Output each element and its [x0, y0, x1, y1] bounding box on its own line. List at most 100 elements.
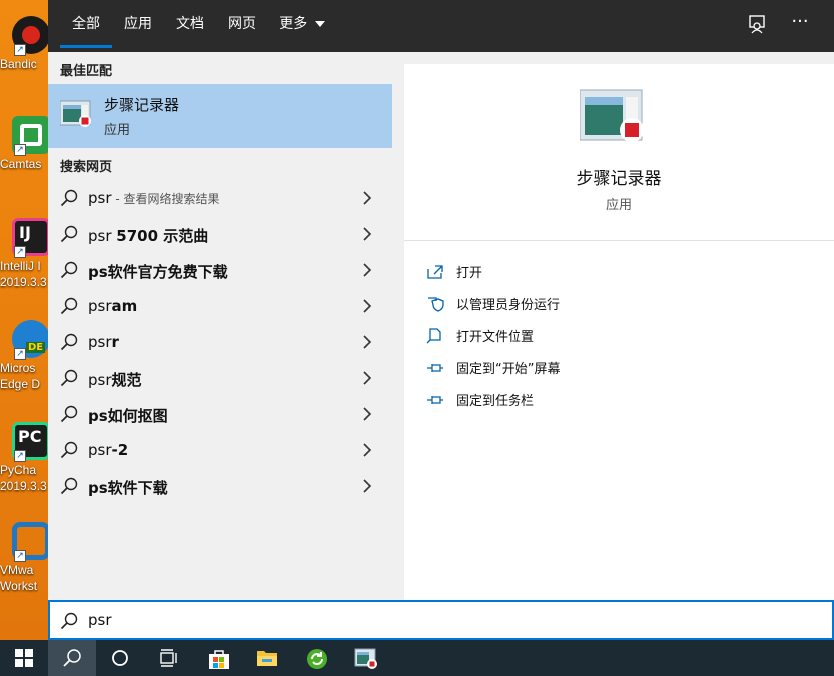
cortana-icon [112, 650, 128, 666]
app-title: 步骤记录器 [576, 169, 662, 189]
tab-apps[interactable]: 应用 [118, 0, 158, 48]
file-explorer-icon [257, 651, 277, 666]
search-icon [60, 333, 78, 351]
search-icon [63, 649, 81, 667]
search-input[interactable]: psr [88, 611, 112, 629]
search-box[interactable]: psr [48, 600, 834, 640]
shortcut-arrow-icon: ↗ [14, 144, 26, 156]
action-label: 打开文件位置 [456, 330, 535, 345]
tab-documents[interactable]: 文档 [170, 0, 210, 48]
action-label: 固定到“开始”屏幕 [456, 362, 561, 377]
suggestion-prefix: psr [88, 371, 112, 389]
desktop-icon-edge[interactable]: DE ↗ Micros Edge D [0, 308, 48, 408]
suggestion-hint: - 查看网络搜索结果 [111, 192, 220, 206]
desktop-icon-label: Micros Edge D [0, 361, 41, 391]
web-suggestion-row[interactable]: psram [48, 288, 392, 324]
shield-icon [428, 297, 444, 312]
web-suggestion-text: psr 5700 示范曲 [88, 225, 208, 246]
tab-web[interactable]: 网页 [222, 0, 262, 48]
chevron-right-icon[interactable] [360, 299, 374, 313]
file-explorer-button[interactable] [242, 640, 290, 676]
action-run-as-admin[interactable]: 以管理员身份运行 [426, 292, 806, 320]
search-icon [60, 441, 78, 459]
chevron-right-icon[interactable] [360, 371, 374, 385]
action-pin-to-start[interactable]: 固定到“开始”屏幕 [426, 356, 806, 384]
web-suggestion-row[interactable]: ps软件下载 [48, 468, 392, 504]
shortcut-arrow-icon: ↗ [14, 44, 26, 56]
tab-more[interactable]: 更多 [274, 0, 330, 48]
chevron-right-icon[interactable] [360, 443, 374, 457]
web-suggestion-row[interactable]: psr规范 [48, 360, 392, 396]
chevron-right-icon[interactable] [360, 227, 374, 241]
desktop-icon-intellij[interactable]: IJ ↗ IntelliJ I 2019.3.3 [0, 206, 48, 306]
chevron-right-icon[interactable] [360, 191, 374, 205]
start-button[interactable] [0, 640, 48, 676]
best-match-item[interactable]: 步骤记录器 应用 [48, 84, 392, 148]
store-button[interactable] [194, 640, 242, 676]
cortana-button[interactable] [96, 640, 144, 676]
chevron-right-icon[interactable] [360, 407, 374, 421]
search-icon [60, 225, 78, 243]
search-nav-bar: 全部 应用 文档 网页 更多 ··· [48, 0, 834, 52]
web-suggestion-row[interactable]: ps软件官方免费下载 [48, 252, 392, 288]
pin-icon [427, 396, 443, 404]
web-search-header: 搜索网页 [60, 160, 113, 175]
web-suggestion-text: psr规范 [88, 369, 142, 390]
web-suggestion-row[interactable]: psr 5700 示范曲 [48, 216, 392, 252]
web-suggestion-text: ps软件官方免费下载 [88, 261, 228, 282]
web-suggestion-row[interactable]: psrr [48, 324, 392, 360]
best-match-header: 最佳匹配 [60, 64, 113, 79]
refresh-app-button[interactable] [292, 640, 340, 676]
desktop-icon-vmware[interactable]: ↗ VMwa Workst [0, 510, 48, 610]
windows-start-icon [15, 649, 33, 667]
desktop-icon-bandicam[interactable]: ↗ Bandic [0, 4, 48, 104]
desktop: ↗ Bandic ↗ Camtas IJ ↗ IntelliJ I 2019.3… [0, 0, 48, 640]
action-open[interactable]: 打开 [426, 260, 806, 288]
chevron-right-icon[interactable] [360, 263, 374, 277]
desktop-icon-camtasia[interactable]: ↗ Camtas [0, 104, 48, 204]
desktop-icon-label: IntelliJ I 2019.3.3 [0, 259, 47, 289]
desktop-icon-label: Camtas [0, 157, 42, 171]
chevron-right-icon[interactable] [360, 479, 374, 493]
web-suggestion-row[interactable]: psr-2 [48, 432, 392, 468]
steps-recorder-taskbar-button[interactable] [340, 640, 388, 676]
taskbar-search-button[interactable] [48, 640, 96, 676]
shortcut-arrow-icon: ↗ [14, 550, 26, 562]
shortcut-arrow-icon: ↗ [14, 450, 26, 462]
results-list: 最佳匹配 步骤记录器 应用 搜索网页 psr - 查看网络搜索结果 psr 570… [48, 52, 392, 600]
tab-all[interactable]: 全部 [60, 0, 112, 48]
suggestion-completion: 5700 示范曲 [116, 227, 209, 245]
open-icon [427, 265, 443, 279]
search-icon [60, 612, 78, 630]
web-suggestion-row[interactable]: ps如何抠图 [48, 396, 392, 432]
search-icon [60, 261, 78, 279]
web-suggestion-text: psr-2 [88, 441, 128, 459]
search-icon [60, 477, 78, 495]
app-detail-pane: 步骤记录器 应用 打开 以管理员身份运行 打开文件位置 固定到“开始”屏幕 固定… [404, 64, 834, 600]
chevron-right-icon[interactable] [360, 335, 374, 349]
action-open-file-location[interactable]: 打开文件位置 [426, 324, 806, 352]
desktop-icon-label: Bandic [0, 57, 37, 71]
web-suggestion-text: psram [88, 297, 137, 315]
web-suggestion-text: psrr [88, 333, 119, 351]
action-pin-to-taskbar[interactable]: 固定到任务栏 [426, 388, 806, 416]
search-panel: 全部 应用 文档 网页 更多 ··· 最佳匹配 步骤记录器 应用 搜索网页 ps… [48, 0, 834, 640]
task-view-button[interactable] [144, 640, 192, 676]
shortcut-arrow-icon: ↗ [14, 246, 26, 258]
divider [404, 240, 834, 241]
web-suggestion-row[interactable]: psr - 查看网络搜索结果 [48, 180, 392, 216]
desktop-icon-pycharm[interactable]: PC ↗ PyCha 2019.3.3 [0, 410, 48, 510]
web-suggestion-text: ps如何抠图 [88, 405, 168, 426]
search-icon [60, 405, 78, 423]
suggestion-completion: ps软件官方免费下载 [88, 263, 228, 281]
app-type: 应用 [605, 198, 632, 213]
suggestion-prefix: psr [88, 227, 117, 245]
suggestion-completion: r [111, 333, 119, 351]
suggestion-prefix: psr [88, 441, 112, 459]
ellipsis-icon[interactable]: ··· [788, 10, 812, 38]
action-label: 以管理员身份运行 [456, 298, 561, 313]
feedback-icon[interactable] [748, 14, 768, 34]
caret-down-icon [314, 21, 325, 27]
steps-recorder-large-icon [580, 89, 644, 142]
desktop-icon-label: PyCha 2019.3.3 [0, 463, 47, 493]
